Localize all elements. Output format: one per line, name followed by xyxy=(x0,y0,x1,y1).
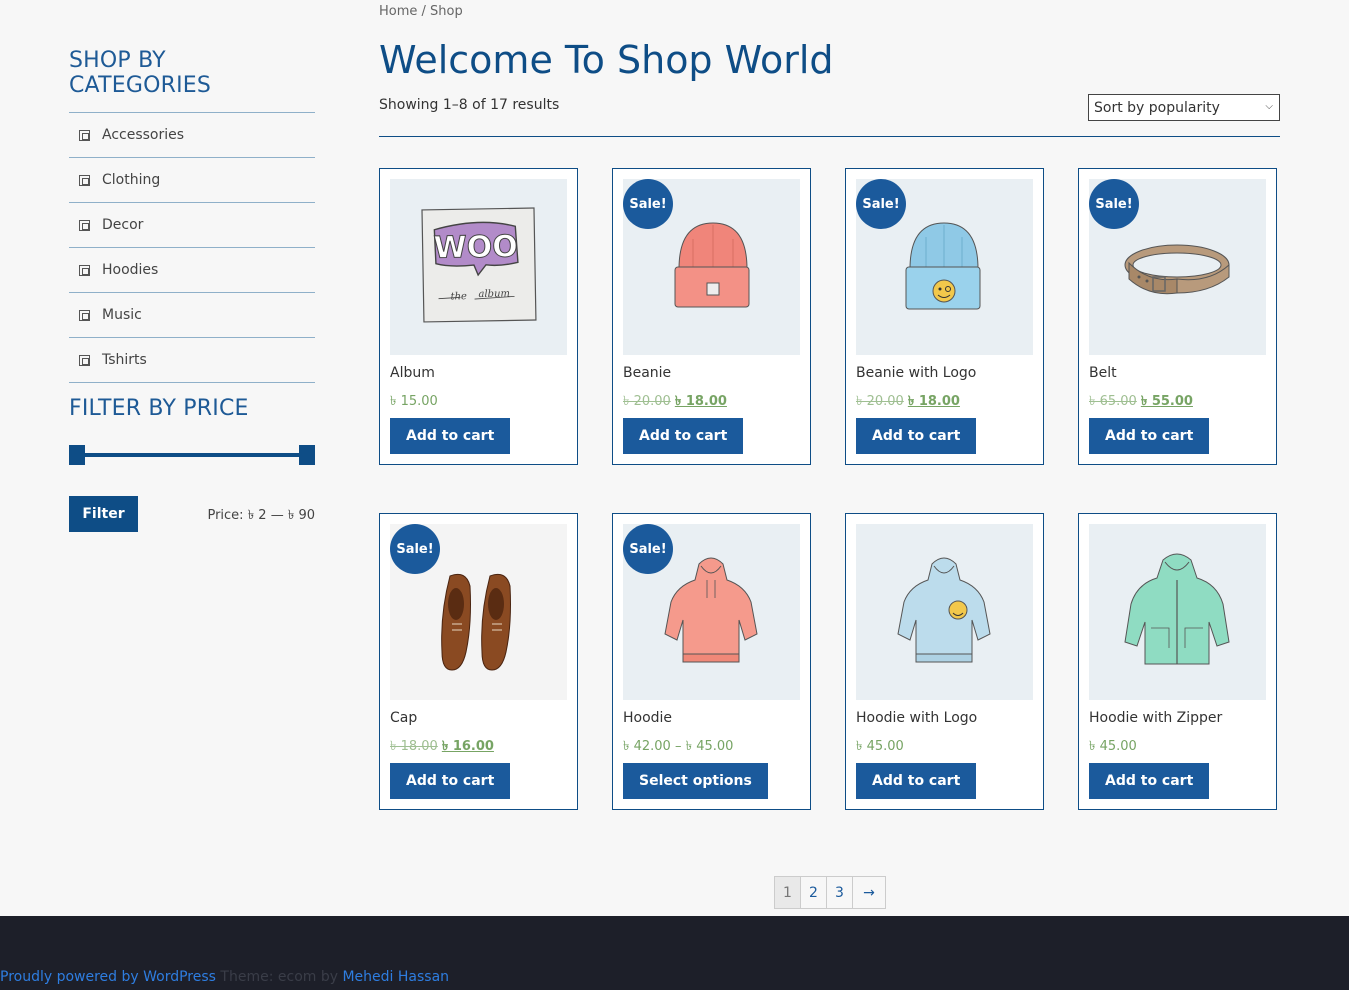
wordpress-link[interactable]: Proudly powered by WordPress xyxy=(0,969,216,985)
folder-icon xyxy=(79,219,90,231)
folder-icon xyxy=(79,309,90,321)
category-item-tshirts[interactable]: Tshirts xyxy=(69,338,315,383)
sidebar: SHOP BY CATEGORIES Accessories Clothing … xyxy=(69,48,315,532)
price-slider-track xyxy=(77,453,307,457)
product-name[interactable]: Belt xyxy=(1089,365,1117,381)
sale-price: ৳ 16.00 xyxy=(441,739,494,754)
sale-badge: Sale! xyxy=(1089,179,1139,229)
regular-price: ৳ 20.00 xyxy=(623,394,671,409)
product-card-beanie-with-logo[interactable]: Sale! Beanie with Logo ৳ 20.00 ৳ 18.00 Ad… xyxy=(845,168,1044,465)
price-slider[interactable] xyxy=(69,445,315,465)
product-card-hoodie-with-logo[interactable]: Hoodie with Logo ৳ 45.00 Add to cart xyxy=(845,513,1044,810)
divider xyxy=(379,136,1280,137)
result-count: Showing 1–8 of 17 results xyxy=(379,97,560,113)
author-link[interactable]: Mehedi Hassan xyxy=(342,969,449,985)
categories-title: SHOP BY CATEGORIES xyxy=(69,48,212,98)
product-price: ৳ 45.00 xyxy=(1089,739,1137,754)
sale-price: ৳ 18.00 xyxy=(674,394,727,409)
add-to-cart-button[interactable]: Add to cart xyxy=(1089,763,1210,799)
folder-icon xyxy=(79,174,90,186)
price-filter-title: FILTER BY PRICE xyxy=(69,396,249,421)
price-range-label: Price: ৳ 2 — ৳ 90 xyxy=(207,508,315,523)
product-price: ৳ 20.00 ৳ 18.00 xyxy=(856,392,960,413)
product-price: ৳ 42.00 – ৳ 45.00 xyxy=(623,739,734,754)
folder-icon xyxy=(79,264,90,276)
pagination: 1 2 3 → xyxy=(774,876,886,909)
product-price: ৳ 20.00 ৳ 18.00 xyxy=(623,392,727,413)
product-name[interactable]: Hoodie with Logo xyxy=(856,710,977,726)
product-card-album[interactable]: WOO the album Album ৳ 15.00 Add to cart xyxy=(379,168,578,465)
svg-text:WOO: WOO xyxy=(433,229,518,265)
category-item-music[interactable]: Music xyxy=(69,293,315,338)
category-item-decor[interactable]: Decor xyxy=(69,203,315,248)
product-image-hoodie-with-zipper[interactable] xyxy=(1089,524,1266,700)
folder-icon xyxy=(79,354,90,366)
category-item-accessories[interactable]: Accessories xyxy=(69,113,315,158)
product-price: ৳ 65.00 ৳ 55.00 xyxy=(1089,392,1193,413)
category-list: Accessories Clothing Decor Hoodies Music… xyxy=(69,112,315,383)
add-to-cart-button[interactable]: Add to cart xyxy=(623,418,744,454)
product-price: ৳ 15.00 xyxy=(390,394,438,409)
product-card-hoodie-with-zipper[interactable]: Hoodie with Zipper ৳ 45.00 Add to cart xyxy=(1078,513,1277,810)
page-1-current: 1 xyxy=(775,877,801,908)
product-name[interactable]: Beanie with Logo xyxy=(856,365,976,381)
page-3-link[interactable]: 3 xyxy=(827,877,853,908)
add-to-cart-button[interactable]: Add to cart xyxy=(390,418,511,454)
sale-badge: Sale! xyxy=(623,179,673,229)
product-price: ৳ 45.00 xyxy=(856,739,904,754)
svg-text:the: the xyxy=(450,291,467,302)
category-item-clothing[interactable]: Clothing xyxy=(69,158,315,203)
product-card-hoodie[interactable]: Sale! Hoodie ৳ 42.00 – ৳ 45.00 Select op… xyxy=(612,513,811,810)
sort-select[interactable]: Sort by popularity ⌵ xyxy=(1088,94,1280,121)
product-name[interactable]: Beanie xyxy=(623,365,671,381)
site-footer: Proudly powered by WordPress Theme: ecom… xyxy=(0,916,1349,990)
breadcrumb[interactable]: Home / Shop xyxy=(379,4,463,19)
filter-button[interactable]: Filter xyxy=(69,496,138,532)
product-name[interactable]: Hoodie xyxy=(623,710,672,726)
product-card-cap[interactable]: Sale! Cap ৳ 18.00 ৳ 16.00 Add to cart xyxy=(379,513,578,810)
category-item-hoodies[interactable]: Hoodies xyxy=(69,248,315,293)
sort-selected-value: Sort by popularity xyxy=(1094,99,1220,116)
add-to-cart-button[interactable]: Add to cart xyxy=(390,763,511,799)
regular-price: ৳ 18.00 xyxy=(390,739,438,754)
sale-badge: Sale! xyxy=(623,524,673,574)
chevron-down-icon: ⌵ xyxy=(1265,101,1273,112)
add-to-cart-button[interactable]: Add to cart xyxy=(856,418,977,454)
product-image-hoodie-with-logo[interactable] xyxy=(856,524,1033,700)
price-slider-max-handle[interactable] xyxy=(299,445,315,465)
sale-price: ৳ 55.00 xyxy=(1140,394,1193,409)
regular-price: ৳ 65.00 xyxy=(1089,394,1137,409)
add-to-cart-button[interactable]: Add to cart xyxy=(856,763,977,799)
product-card-beanie[interactable]: Sale! Beanie ৳ 20.00 ৳ 18.00 Add to cart xyxy=(612,168,811,465)
price-slider-min-handle[interactable] xyxy=(69,445,85,465)
theme-credit: Theme: ecom by xyxy=(220,969,339,985)
next-page-arrow-icon[interactable]: → xyxy=(853,877,885,908)
product-image-album[interactable]: WOO the album xyxy=(390,179,567,355)
product-name[interactable]: Cap xyxy=(390,710,417,726)
select-options-button[interactable]: Select options xyxy=(623,763,768,799)
page-2-link[interactable]: 2 xyxy=(801,877,827,908)
page-title: Welcome To Shop World xyxy=(379,38,834,82)
product-price: ৳ 18.00 ৳ 16.00 xyxy=(390,737,494,758)
regular-price: ৳ 20.00 xyxy=(856,394,904,409)
folder-icon xyxy=(79,129,90,141)
footer-credits: Proudly powered by WordPress Theme: ecom… xyxy=(0,969,449,985)
sale-price: ৳ 18.00 xyxy=(907,394,960,409)
sale-badge: Sale! xyxy=(390,524,440,574)
product-name[interactable]: Hoodie with Zipper xyxy=(1089,710,1222,726)
product-name[interactable]: Album xyxy=(390,365,435,381)
sale-badge: Sale! xyxy=(856,179,906,229)
product-card-belt[interactable]: Sale! Belt ৳ 65.00 ৳ 55.00 Add to cart xyxy=(1078,168,1277,465)
add-to-cart-button[interactable]: Add to cart xyxy=(1089,418,1210,454)
